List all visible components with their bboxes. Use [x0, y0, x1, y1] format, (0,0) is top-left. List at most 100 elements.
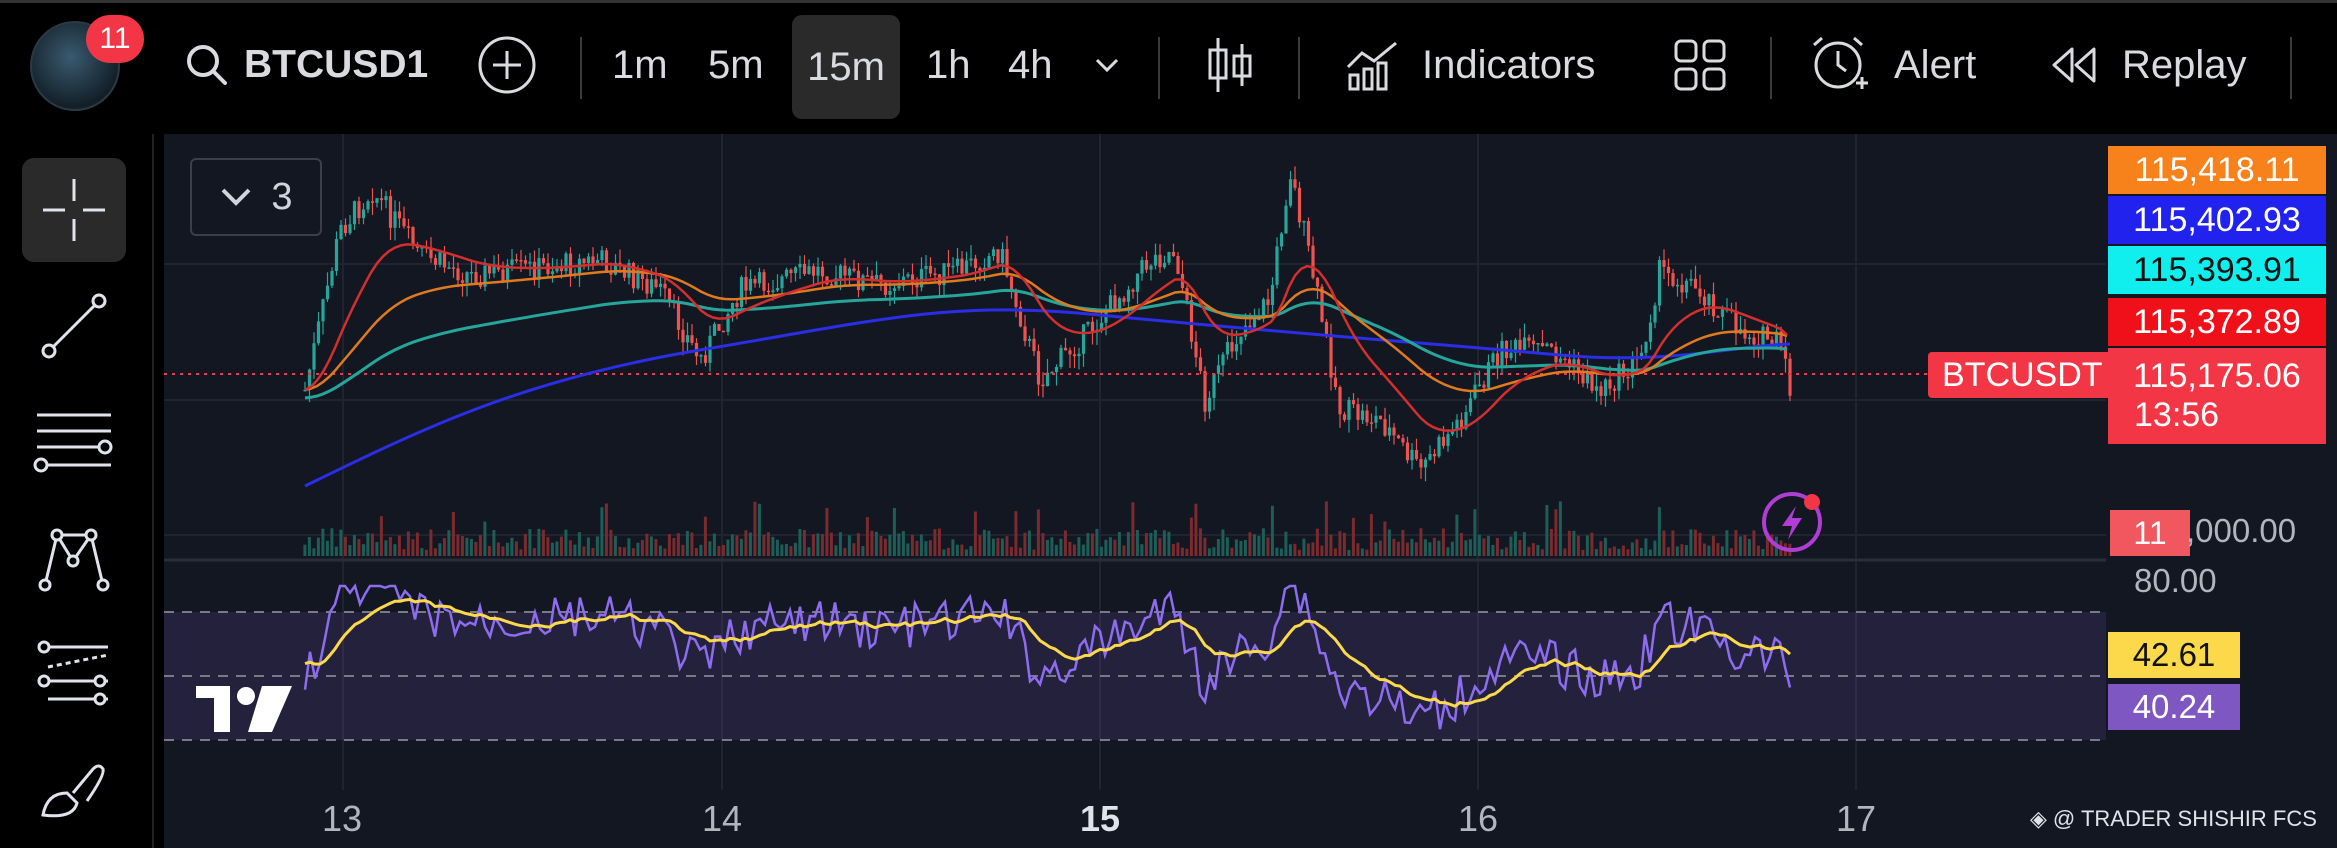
candle-body: [1747, 337, 1752, 340]
volume-bar: [375, 542, 379, 556]
volume-bar: [559, 536, 563, 556]
volume-bar: [1122, 545, 1126, 556]
volume-bar: [919, 534, 923, 556]
volume-bar: [1504, 547, 1508, 556]
candle-body: [946, 263, 951, 267]
volume-bar: [442, 538, 446, 556]
candle-body: [384, 196, 388, 201]
volume-bar: [960, 544, 964, 556]
candle-body: [1086, 321, 1090, 325]
candle-body: [960, 258, 964, 274]
candle-body: [1644, 341, 1648, 353]
volume-bar: [1081, 544, 1085, 556]
volume-bar: [1527, 546, 1531, 556]
candle-body: [1284, 205, 1288, 234]
volume-bar: [1342, 532, 1346, 556]
volume-bar: [1473, 509, 1477, 556]
volume-bar: [609, 529, 613, 556]
candle-body: [1401, 438, 1405, 443]
volume-bar: [1558, 501, 1562, 556]
volume-bar: [474, 541, 478, 556]
volume-bar: [1626, 549, 1630, 556]
volume-bar: [1594, 549, 1598, 556]
candle-body: [1072, 354, 1077, 357]
volume-bar: [1144, 532, 1148, 556]
candle-body: [1248, 325, 1252, 328]
volume-bar: [1630, 542, 1634, 556]
candle-body: [1702, 296, 1707, 306]
volume-bar: [469, 538, 473, 556]
candle-body: [1788, 358, 1792, 396]
volume-bar: [1486, 535, 1490, 556]
volume-bar: [1500, 549, 1504, 556]
volume-bar: [1437, 540, 1441, 556]
volume-bar: [897, 533, 901, 556]
volume-bar: [1027, 530, 1031, 556]
candle-body: [1135, 273, 1140, 292]
volume-bar: [424, 549, 428, 556]
volume-bar: [1113, 539, 1117, 556]
candle-body: [1612, 388, 1617, 391]
candle-body: [645, 278, 649, 294]
price-chart[interactable]: [0, 0, 2337, 848]
volume-bar: [870, 530, 874, 556]
candle-body: [681, 329, 685, 343]
volume-bar: [501, 546, 505, 556]
candle-body: [519, 260, 523, 262]
volume-bar: [1680, 544, 1684, 556]
candle-body: [1563, 358, 1567, 361]
volume-bar: [541, 529, 545, 556]
chevron-down-icon: [222, 188, 251, 206]
candle-body: [1711, 294, 1716, 317]
volume-bar: [1000, 538, 1004, 556]
candle-body: [1414, 449, 1419, 459]
candle-body: [663, 283, 667, 289]
candle-body: [1027, 338, 1032, 341]
rsi-value-tag: 40.24: [2108, 684, 2240, 730]
volume-bar: [622, 547, 626, 556]
candle-body: [1230, 342, 1234, 352]
volume-bar: [1194, 503, 1198, 556]
volume-bar: [1441, 528, 1445, 556]
candle-body: [1194, 341, 1198, 358]
candle-body: [312, 343, 316, 370]
volume-bar: [1176, 542, 1180, 556]
candle-body: [996, 249, 1000, 264]
volume-bar: [1747, 538, 1751, 556]
volume-bar: [771, 536, 775, 556]
candle-body: [1545, 343, 1549, 346]
candle-body: [955, 258, 960, 266]
candle-body: [1266, 299, 1270, 306]
candle-body: [523, 260, 528, 264]
candle-body: [1306, 220, 1311, 246]
volume-bar: [1234, 539, 1238, 556]
volume-bar: [361, 544, 365, 556]
volume-bar: [555, 541, 559, 556]
volume-bar: [523, 533, 527, 556]
volume-bar: [604, 503, 608, 556]
candle-body: [1068, 350, 1072, 355]
volume-bar: [303, 544, 307, 556]
volume-bar: [676, 533, 680, 556]
candle-body: [1270, 284, 1275, 306]
volume-bar: [1702, 543, 1706, 556]
volume-bar: [879, 535, 883, 556]
candle-body: [393, 211, 397, 228]
volume-bar: [334, 546, 338, 556]
volume-bar: [1014, 511, 1018, 556]
indicator-legend-toggle[interactable]: 3: [190, 158, 322, 236]
candle-body: [1536, 342, 1540, 345]
candle-body: [1252, 319, 1257, 328]
volume-bar: [519, 549, 523, 556]
volume-bar: [1617, 548, 1621, 556]
volume-bar: [1036, 509, 1040, 556]
volume-bar: [784, 543, 788, 556]
volume-bar: [1635, 539, 1639, 556]
candle-body: [1428, 453, 1432, 460]
time-axis-label: 16: [1458, 798, 1499, 839]
candle-body: [325, 285, 330, 300]
volume-bar: [537, 528, 541, 556]
candle-body: [1405, 442, 1410, 461]
volume-bar: [1099, 546, 1103, 556]
flash-icon[interactable]: [1762, 492, 1822, 552]
